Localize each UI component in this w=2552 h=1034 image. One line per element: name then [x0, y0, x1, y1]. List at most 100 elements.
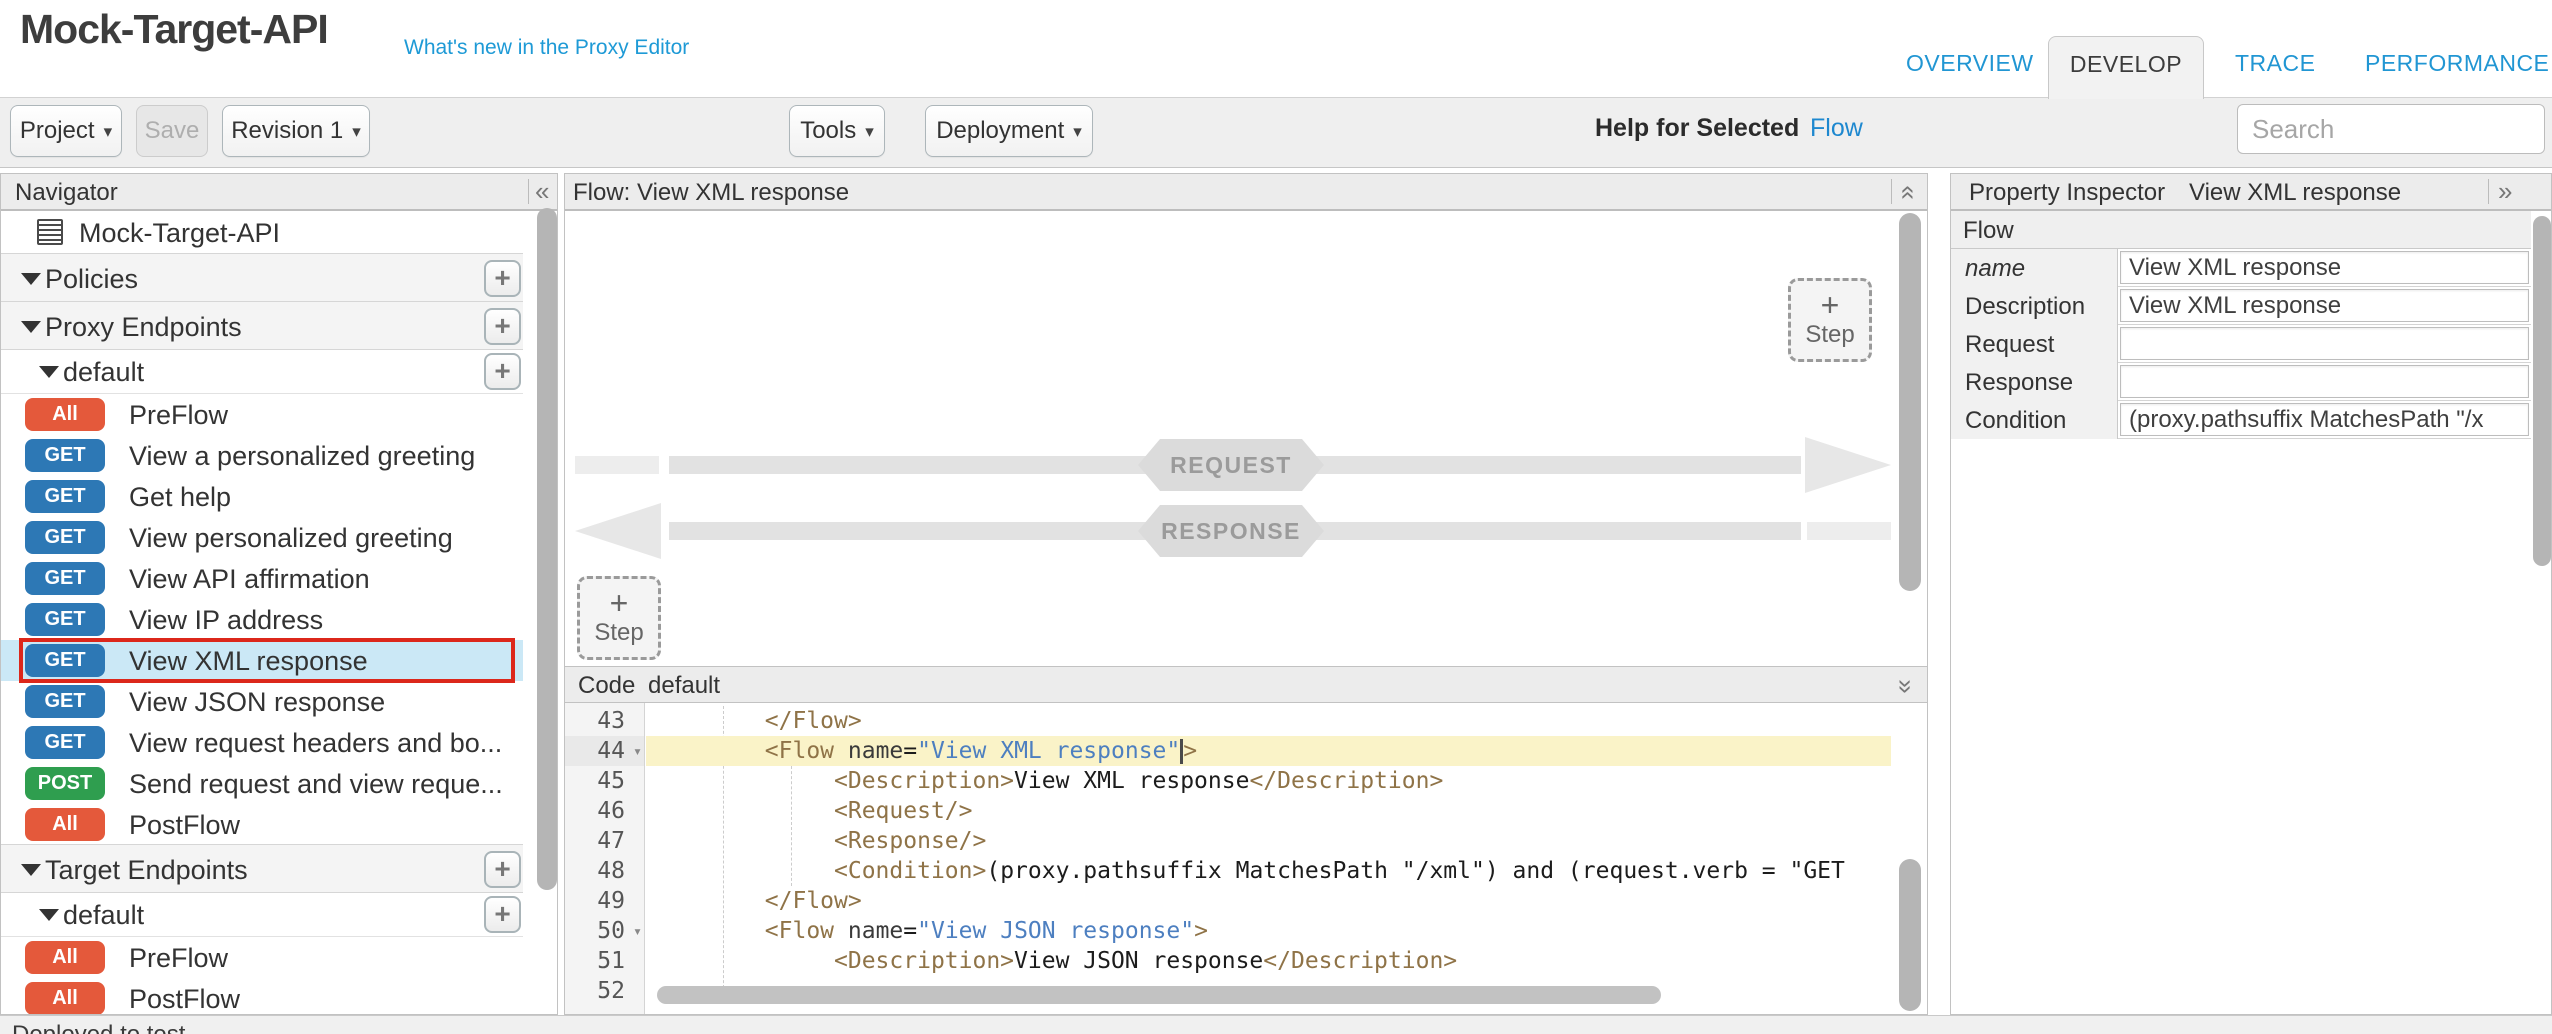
project-button[interactable]: Project ▾ — [10, 105, 122, 157]
navigator-flow-label: View XML response — [129, 646, 368, 677]
line-number-52: 52 — [565, 976, 644, 1006]
code-line-51[interactable]: <Description>View JSON response</Descrip… — [646, 946, 1891, 976]
tab-overview[interactable]: OVERVIEW — [1906, 50, 2034, 77]
code-line-50[interactable]: <Flow name="View JSON response"> — [646, 916, 1891, 946]
navigator-section-target-endpoints[interactable]: Target Endpoints+ — [1, 844, 523, 893]
save-button[interactable]: Save — [136, 105, 208, 157]
tab-develop-label: DEVELOP — [2049, 51, 2203, 78]
caret-down-icon: ▾ — [1073, 123, 1082, 140]
property-value-input[interactable]: View XML response — [2120, 251, 2529, 284]
fold-icon[interactable]: ▾ — [633, 924, 642, 939]
line-number-50: 50▾ — [565, 916, 644, 946]
caret-down-icon[interactable] — [39, 909, 59, 921]
whats-new-link[interactable]: What's new in the Proxy Editor — [404, 36, 689, 60]
navigator-scrollbar[interactable] — [537, 208, 557, 890]
status-bar: Deployed to test — [0, 1015, 2552, 1034]
caret-down-icon[interactable] — [21, 273, 41, 285]
fold-icon[interactable]: ▾ — [633, 744, 642, 759]
navigator-flow-view-xml-response[interactable]: GETView XML response — [1, 640, 523, 681]
navigator-flow-view-a-personalized-greeting[interactable]: GETView a personalized greeting — [1, 435, 523, 476]
tools-button[interactable]: Tools ▾ — [789, 105, 885, 157]
navigator-flow-send-request-and-view-reque[interactable]: POSTSend request and view reque... — [1, 763, 523, 804]
request-arrowhead-icon — [1805, 437, 1891, 493]
help-flow-link[interactable]: Flow — [1810, 114, 1863, 143]
add-button[interactable]: + — [484, 353, 521, 390]
caret-down-icon[interactable] — [21, 321, 41, 333]
method-badge: All — [25, 941, 105, 974]
navigator-flow-label: View request headers and bo... — [129, 728, 502, 759]
add-button[interactable]: + — [484, 896, 521, 933]
code-tab-default[interactable]: default — [648, 672, 720, 700]
code-line-45[interactable]: <Description>View XML response</Descript… — [646, 766, 1891, 796]
code-scrollbar[interactable] — [1899, 859, 1921, 1011]
property-value-input[interactable]: View XML response — [2120, 289, 2529, 322]
caret-down-icon: ▾ — [865, 123, 874, 140]
add-button[interactable]: + — [484, 851, 521, 888]
code-line-49[interactable]: </Flow> — [646, 886, 1891, 916]
navigator-section-proxy-endpoints[interactable]: Proxy Endpoints+ — [1, 301, 523, 350]
navigator-flow-label: Get help — [129, 482, 231, 513]
caret-down-icon[interactable] — [39, 366, 59, 378]
navigator-flow-preflow[interactable]: AllPreFlow — [1, 937, 523, 978]
navigator-section-label: default — [63, 357, 144, 388]
property-value-input[interactable] — [2120, 365, 2529, 398]
add-step-button-request[interactable]: + Step — [1788, 278, 1872, 362]
code-line-46[interactable]: <Request/> — [646, 796, 1891, 826]
navigator-flow-postflow[interactable]: AllPostFlow — [1, 978, 523, 1014]
code-line-47[interactable]: <Response/> — [646, 826, 1891, 856]
navigator-section-default[interactable]: default+ — [1, 893, 523, 937]
property-value-input[interactable]: (proxy.pathsuffix MatchesPath "/x — [2120, 403, 2529, 436]
navigator-section-default[interactable]: default + — [1, 350, 523, 394]
method-badge: GET — [25, 726, 105, 759]
flow-scrollbar[interactable] — [1899, 213, 1921, 591]
property-inspector-scrollbar[interactable] — [2533, 216, 2551, 566]
navigator-flow-label: PreFlow — [129, 400, 228, 431]
toolbar: Project ▾ Save Revision 1 ▾ Tools ▾ Depl… — [0, 97, 2552, 168]
caret-down-icon[interactable] — [21, 864, 41, 876]
code-line-48[interactable]: <Condition>(proxy.pathsuffix MatchesPath… — [646, 856, 1891, 886]
expand-down-icon[interactable]: » — [1891, 679, 1922, 693]
code-lines: </Flow> <Flow name="View XML response"> … — [646, 703, 1891, 1014]
navigator-flow-view-request-headers-and-bo[interactable]: GET View request headers and bo... — [1, 722, 523, 763]
search-input[interactable] — [2237, 104, 2545, 154]
tab-trace[interactable]: TRACE — [2235, 50, 2315, 77]
tab-develop[interactable]: DEVELOP — [2048, 36, 2204, 99]
navigator-flow-view-ip-address[interactable]: GETView IP address — [1, 599, 523, 640]
navigator-flow-get-help[interactable]: GET Get help — [1, 476, 523, 517]
navigator-panel: Navigator « Mock-Target-APIPolicies+Prox… — [0, 173, 558, 1015]
navigator-flow-preflow[interactable]: AllPreFlow — [1, 394, 523, 435]
code-horizontal-scrollbar[interactable] — [657, 986, 1661, 1004]
method-badge: GET — [25, 603, 105, 636]
navigator-flow-label: PostFlow — [129, 810, 240, 841]
navigator-flow-view-personalized-greeting[interactable]: GETView personalized greeting — [1, 517, 523, 558]
property-inspector-panel: Property Inspector View XML response » F… — [1950, 173, 2552, 1015]
property-label: name — [1951, 249, 2118, 287]
method-badge: GET — [25, 480, 105, 513]
tab-performance[interactable]: PERFORMANCE — [2365, 50, 2549, 77]
deployment-button[interactable]: Deployment ▾ — [925, 105, 1093, 157]
line-number-51: 51 — [565, 946, 644, 976]
code-editor[interactable]: 4344▾454647484950▾5152 </Flow> <Flow nam… — [565, 703, 1927, 1014]
expand-panel-icon[interactable]: » — [2498, 176, 2512, 207]
navigator-section-policies[interactable]: Policies + — [1, 253, 523, 302]
code-line-43[interactable]: </Flow> — [646, 706, 1891, 736]
code-line-44[interactable]: <Flow name="View XML response"> — [646, 736, 1891, 766]
add-button[interactable]: + — [484, 260, 521, 297]
add-button[interactable]: + — [484, 308, 521, 345]
expand-up-icon[interactable]: » — [1891, 185, 1922, 199]
line-number-44: 44▾ — [565, 736, 644, 766]
line-number-49: 49 — [565, 886, 644, 916]
revision-button[interactable]: Revision 1 ▾ — [222, 105, 370, 157]
navigator-flow-view-api-affirmation[interactable]: GETView API affirmation — [1, 558, 523, 599]
navigator-section-label: Policies — [45, 264, 138, 295]
request-label: REQUEST — [1138, 439, 1324, 491]
code-title: Code — [578, 672, 635, 700]
collapse-panel-icon[interactable]: « — [535, 176, 549, 207]
property-value-input[interactable] — [2120, 327, 2529, 360]
flow-panel: Flow: View XML response » REQUEST RESPON… — [564, 173, 1928, 1015]
add-step-button-response[interactable]: + Step — [577, 576, 661, 660]
navigator-flow-postflow[interactable]: AllPostFlow — [1, 804, 523, 845]
line-number-48: 48 — [565, 856, 644, 886]
navigator-flow-view-json-response[interactable]: GETView JSON response — [1, 681, 523, 722]
navigator-item-mock-target-api[interactable]: Mock-Target-API — [1, 211, 523, 254]
